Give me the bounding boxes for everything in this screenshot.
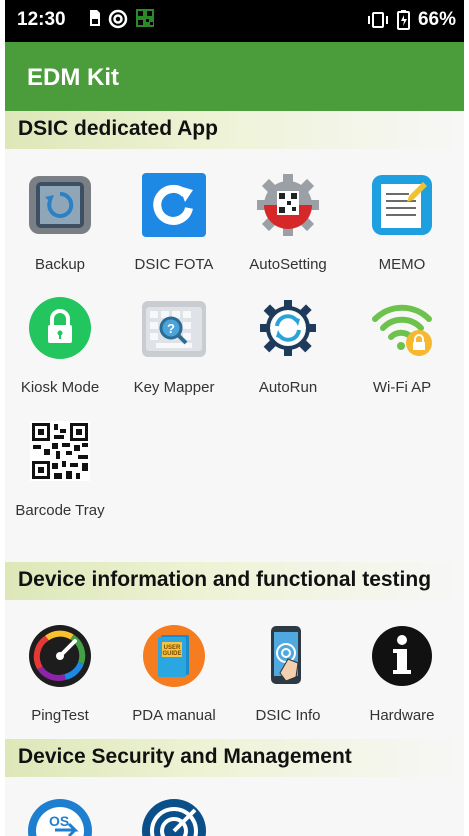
wifi-lock-icon xyxy=(367,293,437,363)
gear-sync-icon xyxy=(253,293,323,363)
status-time: 12:30 xyxy=(17,9,66,30)
app-label: PingTest xyxy=(31,707,89,724)
phone-touch-icon xyxy=(253,621,323,691)
radar-icon xyxy=(142,799,206,836)
status-bar: 12:30 66% xyxy=(5,0,464,42)
keyboard-icon: ? xyxy=(139,293,209,363)
backup-icon xyxy=(25,170,95,240)
app-key-mapper[interactable]: ? Key Mapper xyxy=(119,293,229,411)
app-barcode-tray[interactable]: Barcode Tray xyxy=(5,416,115,534)
refresh-icon xyxy=(139,170,209,240)
app-autosetting[interactable]: AutoSetting xyxy=(233,170,343,288)
app-notification-icon xyxy=(108,9,128,29)
vibrate-icon xyxy=(367,12,388,28)
section-title: Device information and functional testin… xyxy=(18,568,432,591)
app-label: Backup xyxy=(34,256,86,273)
section-title: Device Security and Management xyxy=(18,745,352,768)
app-dsic-info[interactable]: DSIC Info xyxy=(233,621,343,739)
notepad-icon xyxy=(367,170,437,240)
section-header-testing: Device information and functional testin… xyxy=(5,562,464,600)
app-radar[interactable] xyxy=(139,796,209,836)
section-header-dedicated: DSIC dedicated App xyxy=(5,111,464,149)
svg-text:?: ? xyxy=(167,321,175,336)
app-autorun[interactable]: AutoRun xyxy=(233,293,343,411)
section-header-security: Device Security and Management xyxy=(5,739,464,777)
svg-text:OS: OS xyxy=(49,813,69,829)
app-label: Kiosk Mode xyxy=(20,379,100,396)
battery-percent: 66% xyxy=(417,9,456,30)
section-title: DSIC dedicated App xyxy=(18,117,218,140)
app-backup[interactable]: Backup xyxy=(5,170,115,288)
app-label: Hardware xyxy=(369,707,435,724)
app-label: MEMO xyxy=(378,256,426,273)
app-title: EDM Kit xyxy=(27,64,119,91)
gear-qr-icon xyxy=(253,170,323,240)
svg-text:GUIDE: GUIDE xyxy=(162,651,181,657)
app-pda-manual[interactable]: USER GUIDE PDA manual xyxy=(119,621,229,739)
app-label: AutoRun xyxy=(258,379,318,396)
qr-notification-icon xyxy=(136,9,154,27)
screen: 12:30 66% EDM Kit DSIC dedicated App Bac… xyxy=(5,0,464,836)
app-dsic-fota[interactable]: DSIC FOTA xyxy=(119,170,229,288)
app-hardware[interactable]: Hardware xyxy=(347,621,457,739)
lock-icon xyxy=(25,293,95,363)
app-label: PDA manual xyxy=(132,707,216,724)
app-label: Barcode Tray xyxy=(15,502,105,519)
app-label: DSIC Info xyxy=(255,707,321,724)
info-icon xyxy=(367,621,437,691)
app-kiosk-mode[interactable]: Kiosk Mode xyxy=(5,293,115,411)
app-memo[interactable]: MEMO xyxy=(347,170,457,288)
os-update-icon: OS xyxy=(28,799,92,836)
speedometer-icon xyxy=(25,621,95,691)
app-label: Wi-Fi AP xyxy=(372,379,432,396)
app-os-update[interactable]: OS xyxy=(25,796,95,836)
app-pingtest[interactable]: PingTest xyxy=(5,621,115,739)
app-label: AutoSetting xyxy=(249,256,327,273)
sim-card-icon xyxy=(90,10,100,26)
app-bar: EDM Kit xyxy=(5,42,464,111)
app-wifi-ap[interactable]: Wi-Fi AP xyxy=(347,293,457,411)
qr-code-icon xyxy=(25,416,95,486)
status-right: 66% xyxy=(367,9,456,31)
app-label: Key Mapper xyxy=(133,379,215,396)
app-label: DSIC FOTA xyxy=(134,256,214,273)
battery-icon xyxy=(396,10,410,30)
user-guide-icon: USER GUIDE xyxy=(139,621,209,691)
